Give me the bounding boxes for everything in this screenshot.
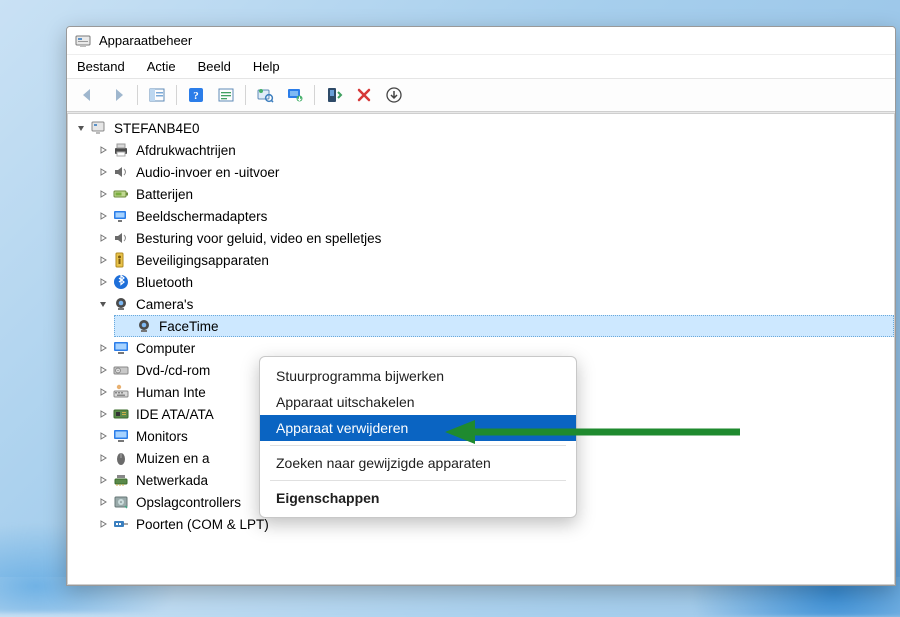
properties-button[interactable] (212, 83, 240, 107)
toolbar-separator (176, 85, 177, 105)
security-icon (112, 251, 130, 269)
toolbar-separator (137, 85, 138, 105)
context-menu: Stuurprogramma bijwerkenApparaat uitscha… (259, 356, 577, 518)
tree-node-label: Afdrukwachtrijen (136, 143, 236, 158)
caret-right-icon[interactable] (96, 495, 110, 509)
tree-node-label: Netwerkada (136, 473, 208, 488)
toolbar-separator (245, 85, 246, 105)
tree-node[interactable]: Besturing voor geluid, video en spelletj… (92, 227, 894, 249)
svg-text:?: ? (193, 90, 199, 102)
caret-right-icon[interactable] (96, 187, 110, 201)
tree-node-label: Poorten (COM & LPT) (136, 517, 269, 532)
tree-node-label: Dvd-/cd-rom (136, 363, 210, 378)
context-menu-item[interactable]: Zoeken naar gewijzigde apparaten (260, 450, 576, 476)
caret-right-icon[interactable] (96, 253, 110, 267)
context-menu-item[interactable]: Apparaat uitschakelen (260, 389, 576, 415)
monitor-icon (112, 427, 130, 445)
tree-node-label: Besturing voor geluid, video en spelletj… (136, 231, 381, 246)
menu-file[interactable]: Bestand (77, 59, 125, 74)
remove-device-button[interactable] (350, 83, 378, 107)
tree-node-label: Monitors (136, 429, 188, 444)
down-button[interactable] (380, 83, 408, 107)
enable-device-button[interactable] (320, 83, 348, 107)
tree-leaf-label: FaceTime (159, 319, 219, 334)
caret-right-icon[interactable] (96, 473, 110, 487)
titlebar: Apparaatbeheer (67, 27, 895, 55)
caret-right-icon[interactable] (96, 209, 110, 223)
tree-node[interactable]: Batterijen (92, 183, 894, 205)
context-menu-item[interactable]: Apparaat verwijderen (260, 415, 576, 441)
monitor-icon (112, 339, 130, 357)
tree-leaf-node[interactable]: FaceTime (114, 315, 894, 337)
menubar: Bestand Actie Beeld Help (67, 55, 895, 79)
network-icon (112, 471, 130, 489)
hid-icon (112, 383, 130, 401)
caret-down-icon[interactable] (74, 121, 88, 135)
tree-node[interactable]: Bluetooth (92, 271, 894, 293)
storage-icon (112, 493, 130, 511)
printer-icon (112, 141, 130, 159)
port-icon (112, 515, 130, 533)
tree-node[interactable]: Afdrukwachtrijen (92, 139, 894, 161)
tree-node-label: Computer (136, 341, 195, 356)
caret-right-icon[interactable] (96, 165, 110, 179)
caret-right-icon[interactable] (96, 363, 110, 377)
tree-node[interactable]: Audio-invoer en -uitvoer (92, 161, 894, 183)
tree-root-node[interactable]: STEFANB4E0 (70, 117, 894, 139)
tree-node-label: Human Inte (136, 385, 206, 400)
speaker-icon (112, 229, 130, 247)
caret-down-icon[interactable] (96, 297, 110, 311)
app-icon (75, 33, 91, 49)
tree-node-label: Audio-invoer en -uitvoer (136, 165, 279, 180)
tree-node-label: IDE ATA/ATA (136, 407, 214, 422)
tree-node-label: Batterijen (136, 187, 193, 202)
context-menu-separator (270, 445, 566, 446)
caret-right-icon[interactable] (96, 407, 110, 421)
tree-node-label: Beeldschermadapters (136, 209, 267, 224)
back-button[interactable] (74, 83, 102, 107)
tree-node-label: Beveiligingsapparaten (136, 253, 269, 268)
menu-view[interactable]: Beeld (198, 59, 231, 74)
tree-node-label: Muizen en a (136, 451, 210, 466)
caret-right-icon[interactable] (96, 341, 110, 355)
camera-icon (135, 317, 153, 335)
context-menu-item[interactable]: Eigenschappen (260, 485, 576, 511)
tree-node[interactable]: Camera's (92, 293, 894, 315)
computer-root-icon (90, 119, 108, 137)
caret-right-icon[interactable] (96, 451, 110, 465)
caret-right-icon[interactable] (96, 143, 110, 157)
caret-right-icon[interactable] (96, 517, 110, 531)
show-hide-tree-button[interactable] (143, 83, 171, 107)
update-driver-button[interactable] (281, 83, 309, 107)
tree-node-label: Opslagcontrollers (136, 495, 241, 510)
scan-hardware-button[interactable] (251, 83, 279, 107)
context-menu-item[interactable]: Stuurprogramma bijwerken (260, 363, 576, 389)
window-title: Apparaatbeheer (99, 33, 192, 48)
toolbar-separator (314, 85, 315, 105)
caret-right-icon[interactable] (96, 231, 110, 245)
toolbar: ? (67, 79, 895, 112)
tree-node-label: Camera's (136, 297, 193, 312)
battery-icon (112, 185, 130, 203)
forward-button[interactable] (104, 83, 132, 107)
tree-node[interactable]: Beeldschermadapters (92, 205, 894, 227)
ide-icon (112, 405, 130, 423)
menu-help[interactable]: Help (253, 59, 280, 74)
tree-root-label: STEFANB4E0 (114, 121, 200, 136)
caret-right-icon[interactable] (96, 429, 110, 443)
menu-action[interactable]: Actie (147, 59, 176, 74)
bluetooth-icon (112, 273, 130, 291)
mouse-icon (112, 449, 130, 467)
disc-drive-icon (112, 361, 130, 379)
tree-node[interactable]: Beveiligingsapparaten (92, 249, 894, 271)
camera-icon (112, 295, 130, 313)
context-menu-separator (270, 480, 566, 481)
caret-right-icon[interactable] (96, 385, 110, 399)
display-adapter-icon (112, 207, 130, 225)
speaker-icon (112, 163, 130, 181)
help-button[interactable]: ? (182, 83, 210, 107)
caret-right-icon[interactable] (96, 275, 110, 289)
tree-node-label: Bluetooth (136, 275, 193, 290)
